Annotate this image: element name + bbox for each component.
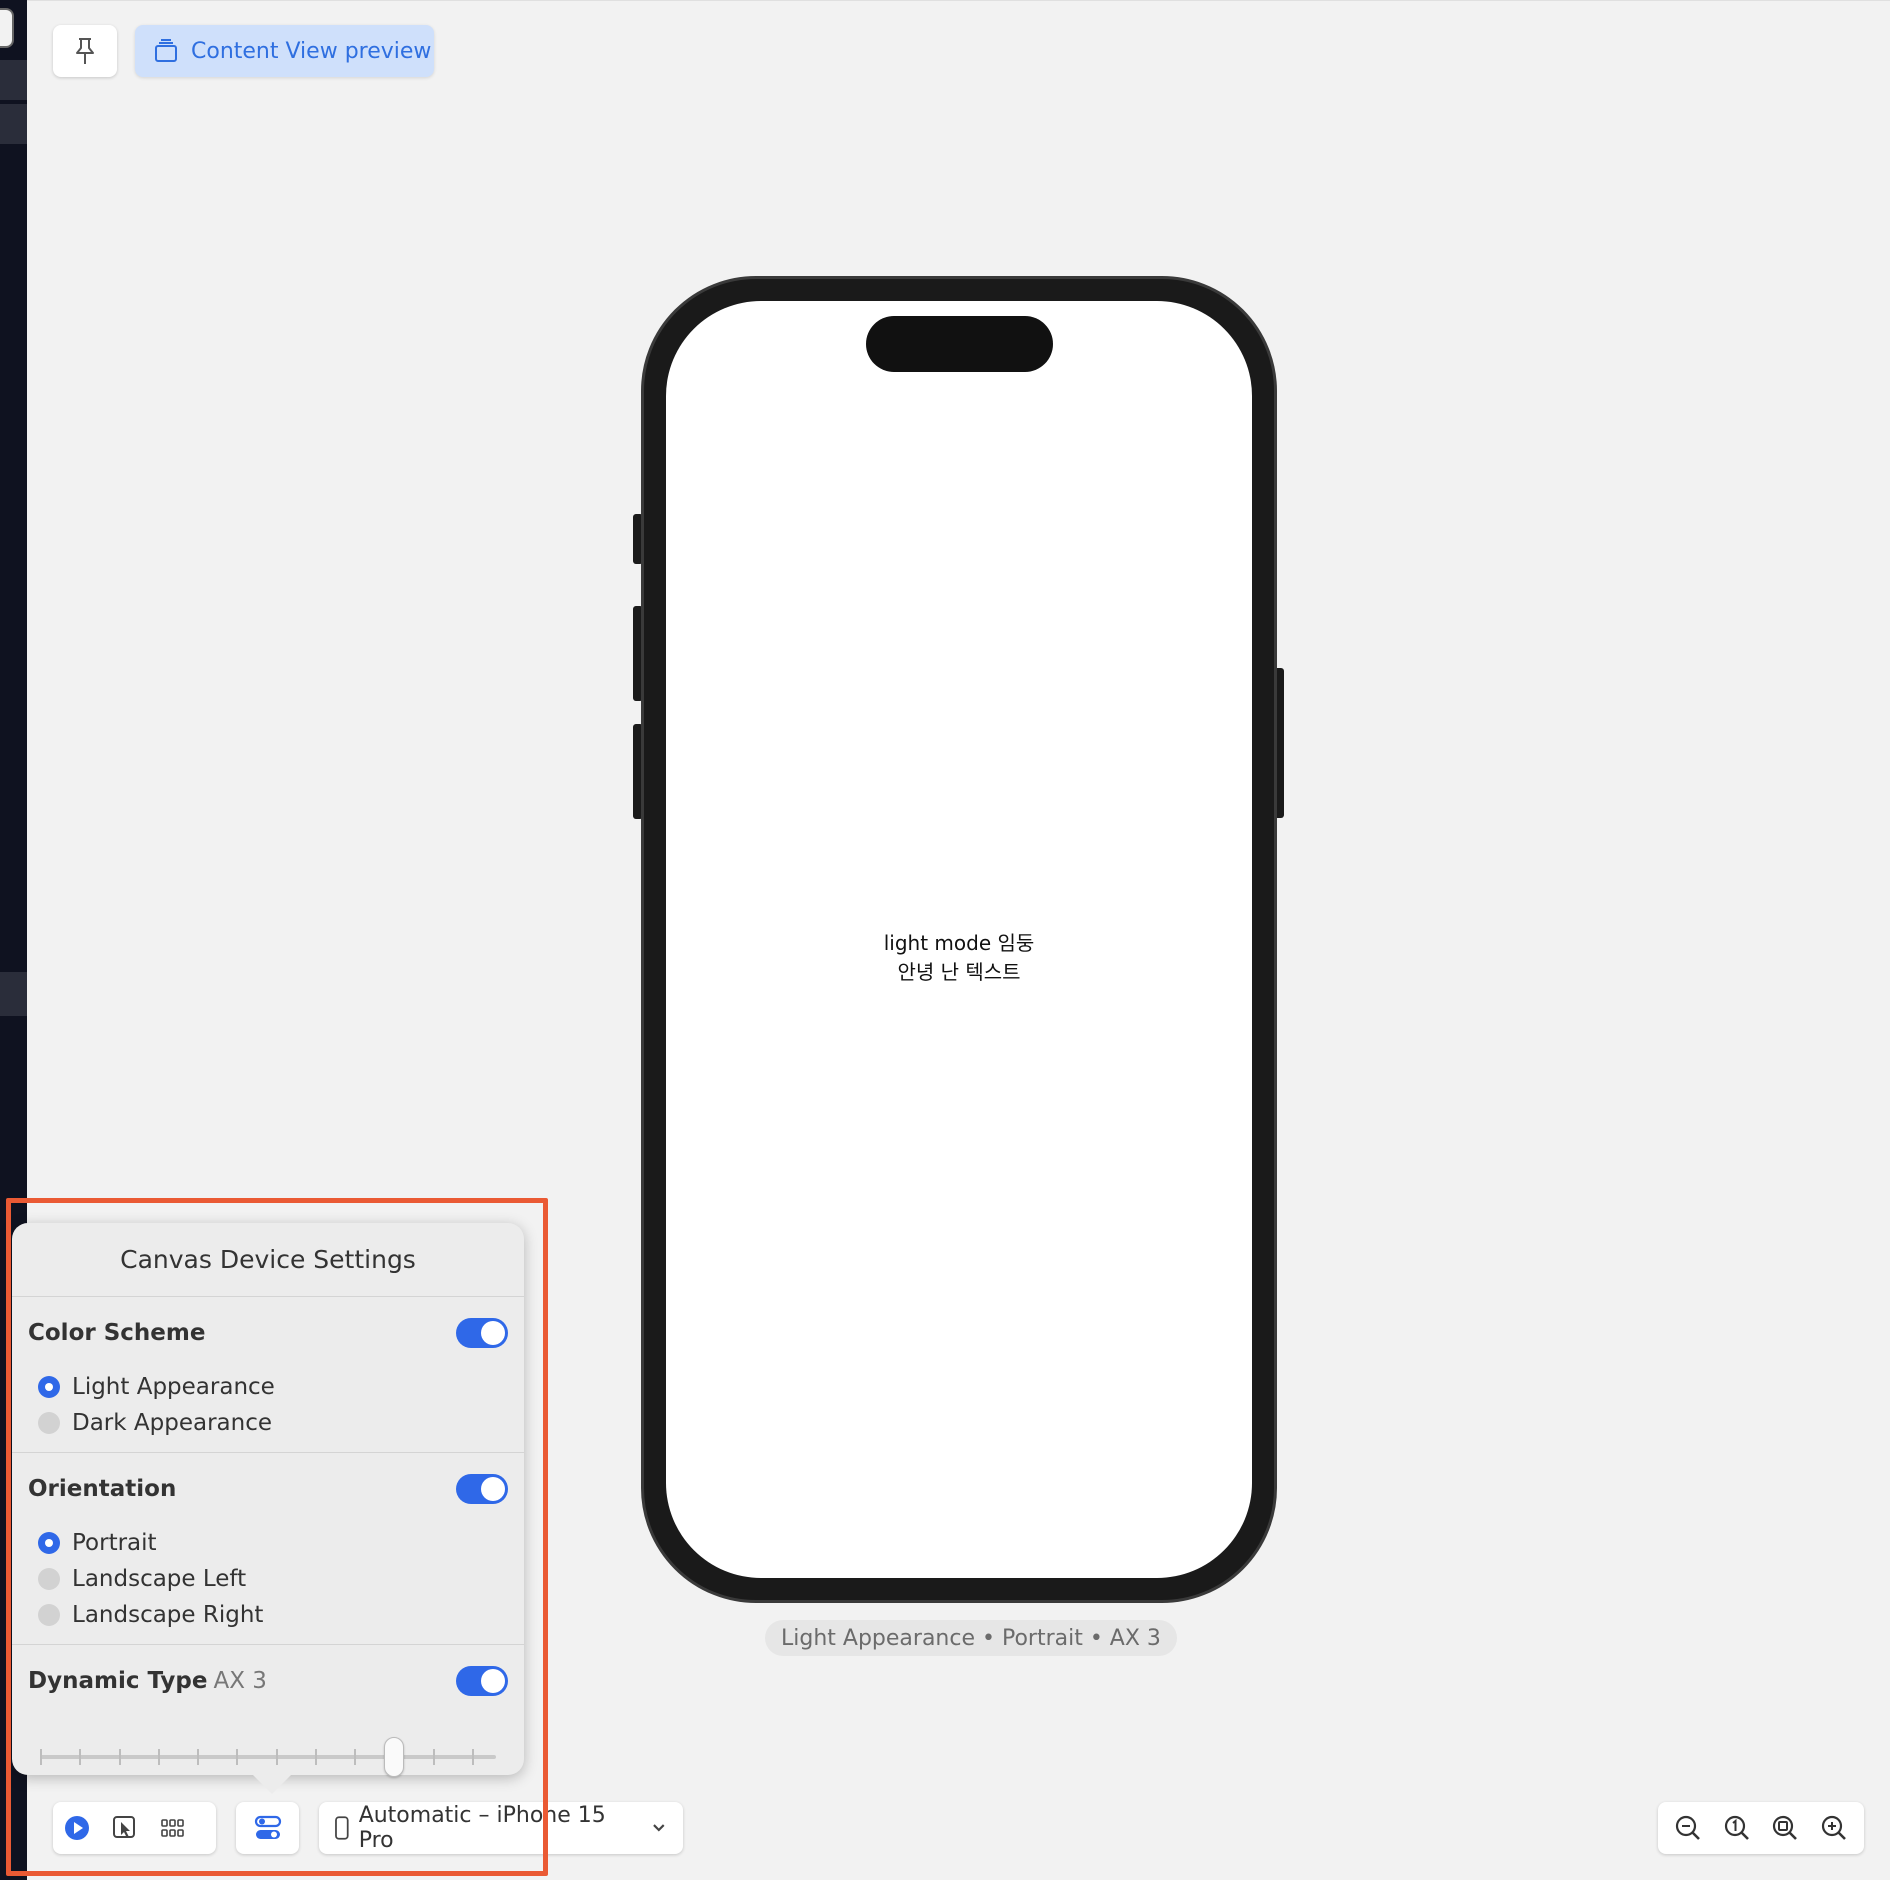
content-text: light mode 임둥 안녕 난 텍스트 [666,929,1252,987]
iphone-device-frame: light mode 임둥 안녕 난 텍스트 [641,276,1277,1603]
device-screen[interactable]: light mode 임둥 안녕 난 텍스트 [666,301,1252,1578]
pin-button[interactable] [53,25,117,77]
sidebar-segment [0,104,27,144]
preview-stack-icon [155,39,177,62]
zoom-100-icon [1724,1815,1749,1840]
preview-label: Content View preview [191,38,432,64]
zoom-in-icon [1821,1815,1846,1840]
zoom-controls [1658,1802,1864,1854]
content-view-preview-button[interactable]: Content View preview [135,25,434,77]
content-text-line-1: light mode 임둥 [883,931,1035,955]
zoom-fit-icon [1773,1815,1798,1840]
zoom-out-icon [1676,1815,1701,1840]
sidebar-segment [0,60,27,100]
dynamic-island [866,316,1053,372]
zoom-to-fit-button[interactable] [1761,1802,1809,1854]
chevron-down-icon [653,1824,665,1832]
sidebar-segment [0,972,27,1016]
zoom-in-button[interactable] [1810,1802,1858,1854]
content-text-line-2: 안녕 난 텍스트 [897,960,1021,984]
zoom-actual-size-button[interactable] [1713,1802,1761,1854]
sidebar-tab[interactable] [0,8,14,48]
device-variant-caption: Light Appearance • Portrait • AX 3 [765,1620,1177,1656]
zoom-out-button[interactable] [1664,1802,1712,1854]
pin-icon [76,38,94,64]
annotation-highlight-box [6,1198,548,1876]
